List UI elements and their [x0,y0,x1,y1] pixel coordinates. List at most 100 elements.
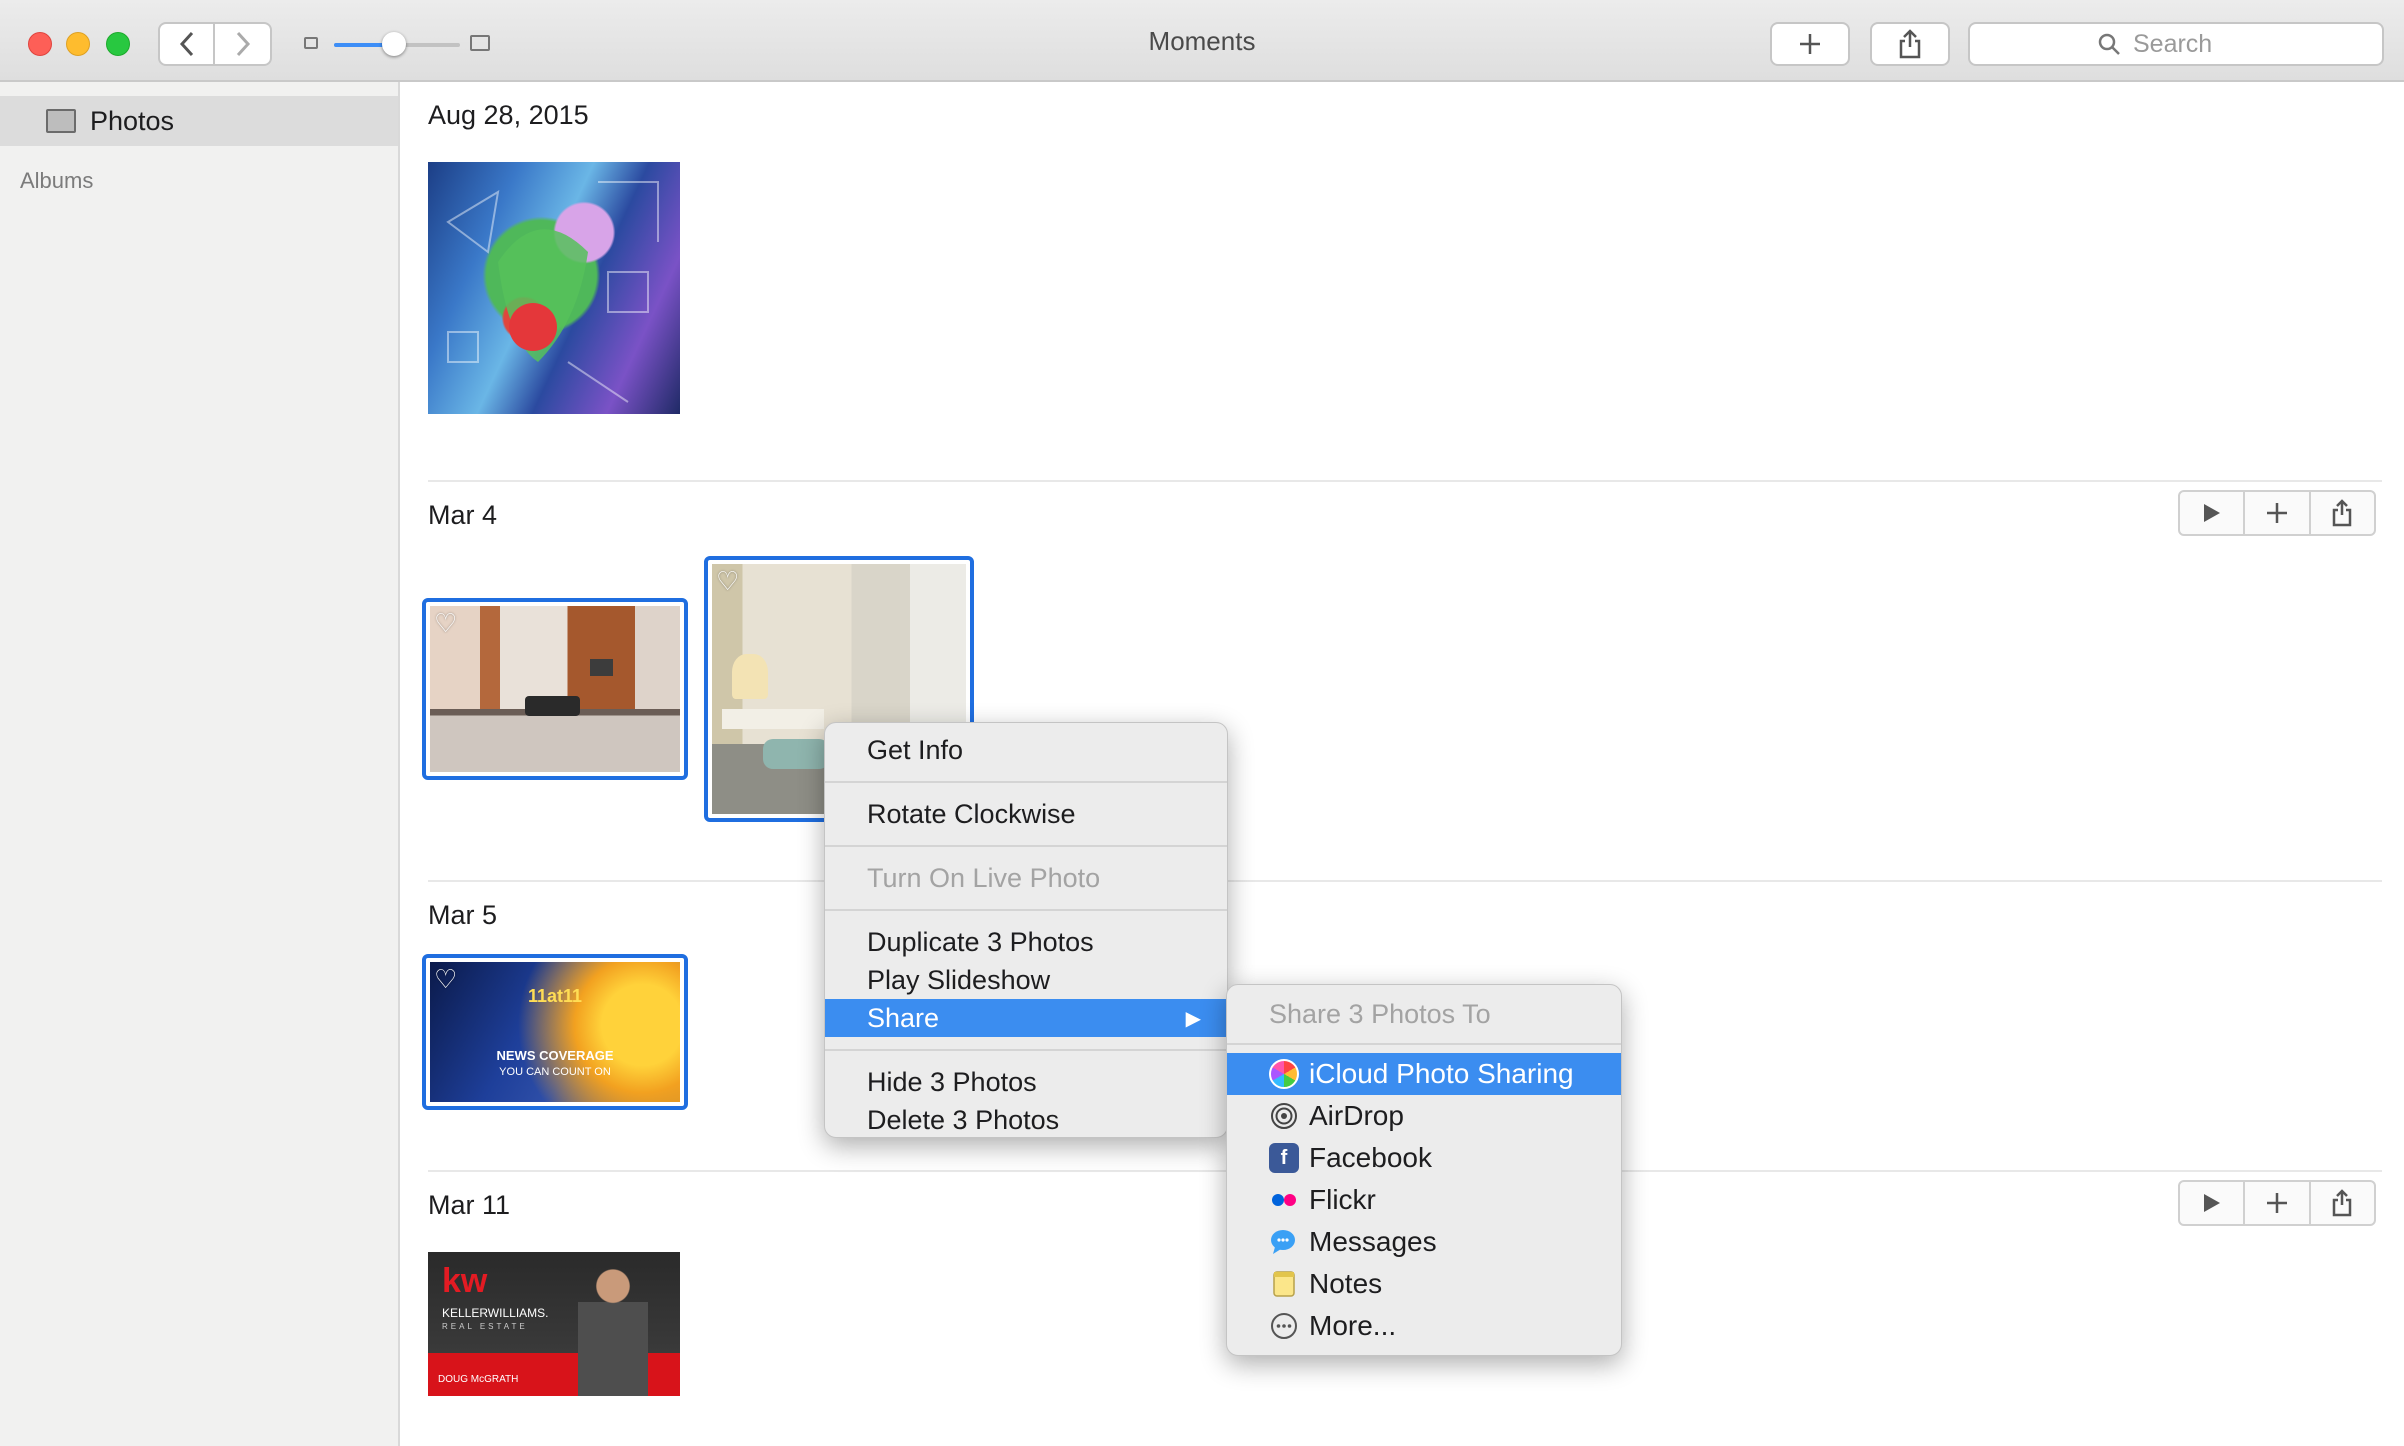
back-button[interactable] [158,22,215,66]
messages-icon [1269,1227,1299,1257]
notes-icon [1269,1269,1299,1299]
large-thumbnail-icon [470,35,490,51]
kw-company-name: KELLERWILLIAMS. [442,1306,549,1320]
submenu-arrow-icon: ▶ [1185,1007,1201,1030]
moment-actions [2178,1180,2376,1226]
share-item-messages[interactable]: Messages [1227,1221,1621,1263]
photo-thumbnail[interactable] [428,162,680,414]
share-item-label: iCloud Photo Sharing [1309,1058,1574,1089]
moment-divider [428,880,2382,882]
menu-item-delete[interactable]: Delete 3 Photos [825,1101,1227,1139]
menu-separator [825,909,1227,911]
share-item-label: Facebook [1309,1142,1432,1173]
share-item-label: Flickr [1309,1184,1376,1215]
context-menu: Get Info Rotate Clockwise Turn On Live P… [824,722,1228,1138]
moment-divider [428,480,2382,482]
photo-thumbnail-selected[interactable]: ♡ 11at11 NEWS COVERAGE YOU CAN COUNT ON [422,954,688,1110]
agent-name: DOUG McGRATH [438,1374,519,1385]
heart-icon[interactable]: ♡ [434,608,457,639]
menu-item-label: Share [867,1002,940,1033]
chevron-right-icon [236,31,250,57]
menu-item-hide[interactable]: Hide 3 Photos [825,1063,1227,1101]
icloud-photos-icon [1269,1059,1299,1089]
menu-item-play-slideshow[interactable]: Play Slideshow [825,961,1227,999]
sidebar-item-label: Photos [90,105,175,136]
play-slideshow-button[interactable] [2180,492,2246,534]
flickr-icon [1269,1185,1299,1215]
menu-separator [825,845,1227,847]
heart-icon[interactable]: ♡ [716,566,739,597]
lobby-bench [525,695,580,716]
chevron-left-icon [179,31,193,57]
menu-item-share[interactable]: Share ▶ [825,999,1227,1037]
photo-thumbnail[interactable]: kw KELLERWILLIAMS. REAL ESTATE DOUG McGR… [428,1252,680,1396]
share-submenu: Share 3 Photos To iCloud Photo Sharing A… [1226,984,1622,1356]
moment-date: Mar 5 [428,900,498,930]
sidebar: Photos Albums [0,82,400,1446]
share-item-airdrop[interactable]: AirDrop [1227,1095,1621,1137]
moment-date: Aug 28, 2015 [428,100,589,130]
kw-subtitle: REAL ESTATE [442,1322,528,1331]
share-moment-button[interactable] [2311,1182,2374,1224]
plus-icon [2266,1193,2287,1213]
kw-logo: kw [442,1262,488,1300]
lobby-photo [430,606,680,772]
plus-icon [1800,34,1820,54]
play-slideshow-button[interactable] [2180,1182,2246,1224]
share-item-more[interactable]: More... [1227,1305,1621,1347]
play-icon [2203,504,2220,522]
lamp [732,654,768,699]
fullscreen-window-button[interactable] [106,32,130,56]
close-window-button[interactable] [28,32,52,56]
photo-thumbnail-selected[interactable]: ♡ [422,598,688,780]
zoom-slider-knob[interactable] [382,32,406,56]
moment-actions [2178,490,2376,536]
moment-date: Mar 11 [428,1190,511,1220]
search-icon [2098,33,2120,55]
share-item-label: Notes [1309,1268,1383,1299]
minimize-window-button[interactable] [66,32,90,56]
add-to-album-button[interactable] [2245,1182,2311,1224]
search-field[interactable] [1968,22,2384,66]
console-table [722,709,824,729]
news-promo-photo: 11at11 NEWS COVERAGE YOU CAN COUNT ON [430,962,680,1102]
add-to-album-button[interactable] [2245,492,2311,534]
share-button[interactable] [1870,22,1950,66]
photos-library-icon [46,109,76,133]
facebook-icon: f [1269,1143,1299,1173]
sidebar-item-photos[interactable]: Photos [0,96,398,146]
search-input[interactable] [2131,28,2255,60]
menu-item-rotate-clockwise[interactable]: Rotate Clockwise [825,795,1227,833]
menu-separator [825,1049,1227,1051]
share-icon [2333,499,2352,527]
share-icon [2333,1189,2352,1217]
share-item-notes[interactable]: Notes [1227,1263,1621,1305]
share-item-label: AirDrop [1309,1100,1404,1131]
moment-date: Mar 4 [428,500,498,530]
title-bar: Moments [0,0,2404,82]
graffiti-photo [428,162,680,414]
news-tagline: YOU CAN COUNT ON [499,1066,611,1078]
share-item-label: Messages [1309,1226,1437,1257]
menu-item-get-info[interactable]: Get Info [825,731,1227,769]
business-card-photo: kw KELLERWILLIAMS. REAL ESTATE DOUG McGR… [428,1252,680,1396]
heart-icon[interactable]: ♡ [434,964,457,995]
share-moment-button[interactable] [2311,492,2374,534]
news-logo: 11at11 [527,986,583,1006]
menu-item-duplicate[interactable]: Duplicate 3 Photos [825,923,1227,961]
sidebar-section-albums: Albums [20,168,94,193]
share-icon [1899,29,1921,59]
graffiti-pattern [446,181,659,403]
menu-separator [1227,1043,1621,1045]
share-item-icloud-photo-sharing[interactable]: iCloud Photo Sharing [1227,1053,1621,1095]
add-button[interactable] [1770,22,1850,66]
share-item-facebook[interactable]: f Facebook [1227,1137,1621,1179]
share-item-label: More... [1309,1310,1397,1341]
menu-separator [825,781,1227,783]
forward-button[interactable] [215,22,272,66]
agent-portrait [578,1262,648,1396]
news-headline: NEWS COVERAGE [496,1048,614,1063]
window-title: Moments [1148,26,1256,56]
ottoman [762,739,829,769]
share-item-flickr[interactable]: Flickr [1227,1179,1621,1221]
